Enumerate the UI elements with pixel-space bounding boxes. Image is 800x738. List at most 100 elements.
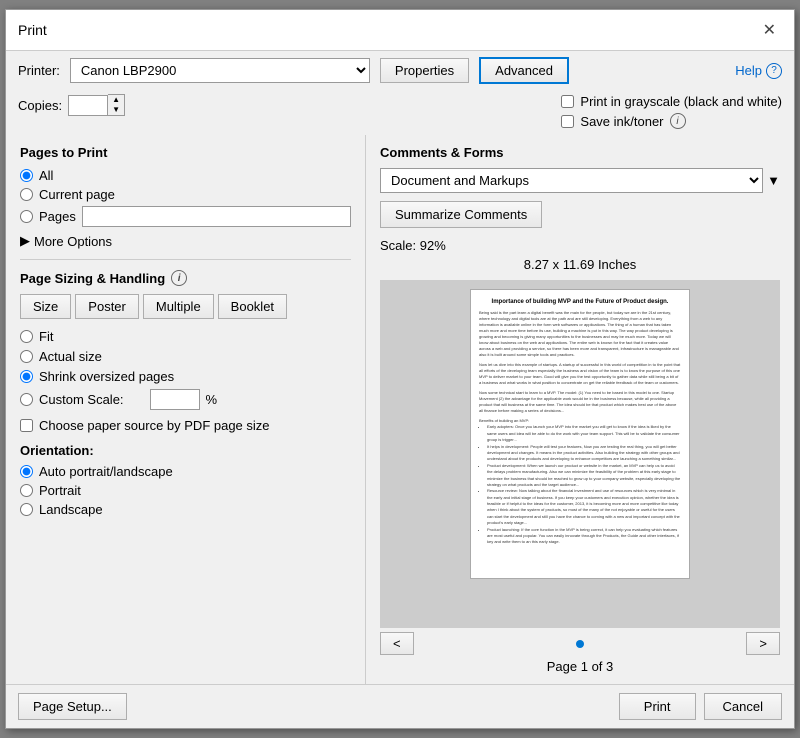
fit-options: Fit Actual size Shrink oversized pages — [20, 329, 351, 410]
preview-page: Importance of building MVP and the Futur… — [470, 289, 690, 579]
tab-multiple[interactable]: Multiple — [143, 294, 214, 319]
fit-option: Fit — [20, 329, 351, 344]
bottom-bar: Page Setup... Print Cancel — [6, 684, 794, 728]
help-icon: ? — [766, 63, 782, 79]
more-options-toggle[interactable]: ▶ More Options — [20, 233, 351, 249]
page-setup-button[interactable]: Page Setup... — [18, 693, 127, 720]
current-page-label: Current page — [39, 187, 115, 202]
custom-scale-input[interactable]: 100 — [150, 389, 200, 410]
preview-area: Importance of building MVP and the Futur… — [380, 280, 780, 628]
main-area: Pages to Print All Current page Pages — [6, 135, 794, 684]
preview-navigation: < > — [380, 632, 780, 655]
orientation-section: Orientation: Auto portrait/landscape Por… — [20, 443, 351, 517]
printer-row: Printer: Canon LBP2900 Properties Advanc… — [6, 51, 794, 88]
scale-value: 92% — [420, 238, 446, 253]
copies-input[interactable]: 1 — [68, 95, 108, 116]
sizing-tabs: Size Poster Multiple Booklet — [20, 294, 351, 319]
all-pages-radio[interactable] — [20, 169, 33, 182]
more-options-label: More Options — [34, 234, 112, 249]
print-options: Print in grayscale (black and white) Sav… — [561, 94, 782, 129]
printer-select[interactable]: Canon LBP2900 — [70, 58, 370, 83]
portrait-option: Portrait — [20, 483, 351, 498]
page-sizing-section: Page Sizing & Handling i Size Poster Mul… — [20, 270, 351, 433]
scale-info: Scale: 92% — [380, 238, 780, 253]
copies-input-wrap: 1 ▲ ▼ — [68, 94, 125, 116]
choose-source-option: Choose paper source by PDF page size — [20, 418, 351, 433]
scale-label: Scale: — [380, 238, 416, 253]
landscape-label: Landscape — [39, 502, 103, 517]
custom-scale-option: Custom Scale: 100 % — [20, 389, 351, 410]
pages-range-input[interactable]: 1 - 3 — [82, 206, 351, 227]
copies-section: Copies: 1 ▲ ▼ — [18, 94, 125, 116]
page-dot-indicator — [576, 640, 584, 648]
grayscale-checkbox[interactable] — [561, 95, 574, 108]
action-buttons: Print Cancel — [619, 693, 782, 720]
preview-page-content: Importance of building MVP and the Futur… — [471, 290, 689, 578]
dialog-content: Printer: Canon LBP2900 Properties Advanc… — [6, 51, 794, 728]
tab-poster[interactable]: Poster — [75, 294, 139, 319]
page-number-text: Page 1 of 3 — [380, 659, 780, 674]
advanced-button[interactable]: Advanced — [479, 57, 569, 84]
current-page-option: Current page — [20, 187, 351, 202]
pages-range-radio[interactable] — [20, 210, 33, 223]
choose-source-checkbox[interactable] — [20, 419, 33, 432]
cancel-button[interactable]: Cancel — [704, 693, 782, 720]
copies-down-button[interactable]: ▼ — [108, 105, 124, 115]
all-pages-label: All — [39, 168, 53, 183]
next-page-button[interactable]: > — [746, 632, 780, 655]
shrink-radio[interactable] — [20, 370, 33, 383]
actual-size-option: Actual size — [20, 349, 351, 364]
pages-to-print-section: Pages to Print All Current page Pages — [20, 145, 351, 249]
orientation-title: Orientation: — [20, 443, 351, 458]
copies-and-options-row: Copies: 1 ▲ ▼ Print in grayscale (black … — [6, 88, 794, 135]
auto-orientation-option: Auto portrait/landscape — [20, 464, 351, 479]
custom-scale-unit: % — [206, 392, 218, 407]
landscape-radio[interactable] — [20, 503, 33, 516]
orientation-radio-group: Auto portrait/landscape Portrait Landsca… — [20, 464, 351, 517]
summarize-comments-button[interactable]: Summarize Comments — [380, 201, 542, 228]
custom-scale-label: Custom Scale: — [39, 392, 124, 407]
tab-booklet[interactable]: Booklet — [218, 294, 287, 319]
save-ink-info-icon: i — [670, 113, 686, 129]
pages-range-label: Pages — [39, 209, 76, 224]
more-options-chevron-icon: ▶ — [20, 233, 30, 249]
actual-size-label: Actual size — [39, 349, 102, 364]
printer-label: Printer: — [18, 63, 60, 78]
custom-scale-controls: 100 % — [150, 389, 218, 410]
comments-dropdown-icon: ▼ — [767, 173, 780, 188]
dialog-title: Print — [18, 22, 47, 38]
grayscale-option: Print in grayscale (black and white) — [561, 94, 782, 109]
portrait-radio[interactable] — [20, 484, 33, 497]
actual-size-radio[interactable] — [20, 350, 33, 363]
copies-label: Copies: — [18, 98, 62, 113]
fit-radio[interactable] — [20, 330, 33, 343]
comments-forms-title: Comments & Forms — [380, 145, 780, 160]
page-size-info: 8.27 x 11.69 Inches — [380, 257, 780, 272]
custom-scale-radio[interactable] — [20, 393, 33, 406]
save-ink-label: Save ink/toner — [580, 114, 663, 129]
help-link[interactable]: Help ? — [735, 63, 782, 79]
all-pages-option: All — [20, 168, 351, 183]
print-button[interactable]: Print — [619, 693, 696, 720]
shrink-label: Shrink oversized pages — [39, 369, 174, 384]
auto-orientation-radio[interactable] — [20, 465, 33, 478]
auto-orientation-label: Auto portrait/landscape — [39, 464, 173, 479]
page-sizing-info-icon: i — [171, 270, 187, 286]
current-page-radio[interactable] — [20, 188, 33, 201]
pages-range-option: Pages 1 - 3 — [20, 206, 351, 227]
title-bar: Print ✕ — [6, 10, 794, 51]
portrait-label: Portrait — [39, 483, 81, 498]
shrink-option: Shrink oversized pages — [20, 369, 351, 384]
close-button[interactable]: ✕ — [757, 18, 782, 42]
landscape-option: Landscape — [20, 502, 351, 517]
comments-select-wrap: Document and Markups ▼ — [380, 168, 780, 193]
grayscale-label: Print in grayscale (black and white) — [580, 94, 782, 109]
save-ink-checkbox[interactable] — [561, 115, 574, 128]
save-ink-option: Save ink/toner i — [561, 113, 782, 129]
comments-select[interactable]: Document and Markups — [380, 168, 763, 193]
print-dialog: Print ✕ Printer: Canon LBP2900 Propertie… — [5, 9, 795, 729]
tab-size[interactable]: Size — [20, 294, 71, 319]
copies-up-button[interactable]: ▲ — [108, 95, 124, 105]
properties-button[interactable]: Properties — [380, 58, 469, 83]
prev-page-button[interactable]: < — [380, 632, 414, 655]
